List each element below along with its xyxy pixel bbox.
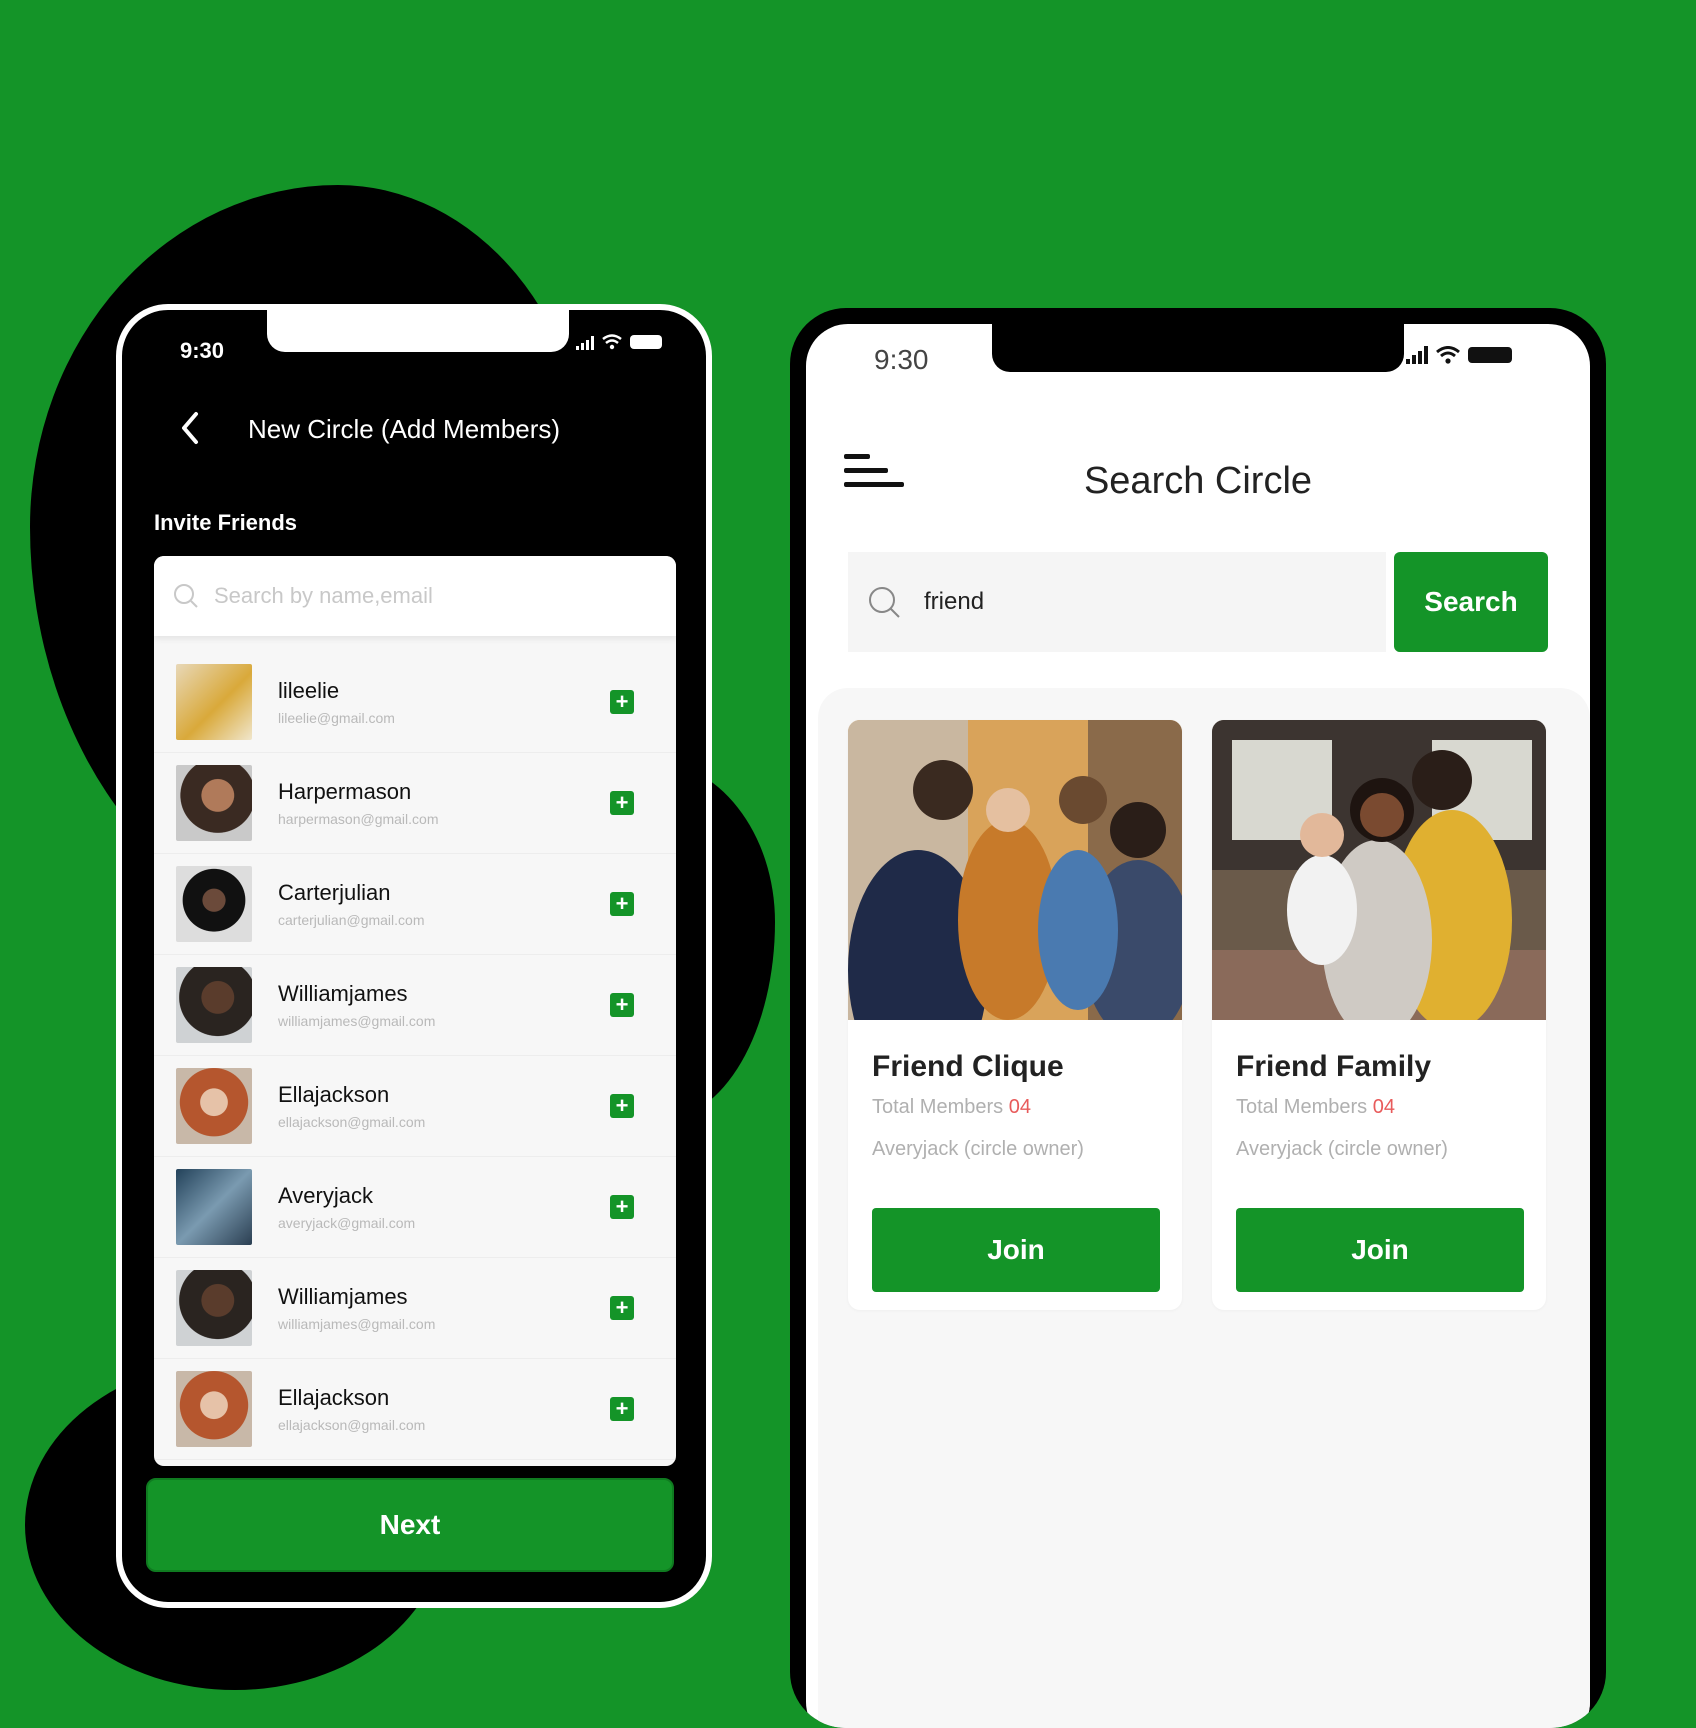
list-item: Williamjames williamjames@gmail.com + bbox=[154, 955, 676, 1056]
status-time: 9:30 bbox=[180, 338, 225, 363]
signal-icon bbox=[576, 334, 594, 350]
avatar bbox=[176, 664, 252, 740]
avatar bbox=[176, 1270, 252, 1346]
search-value: friend bbox=[924, 588, 985, 615]
member-email: harpermason@gmail.com bbox=[278, 811, 439, 827]
list-item: Averyjack averyjack@gmail.com + bbox=[154, 1157, 676, 1258]
member-name: Harpermason bbox=[278, 779, 412, 804]
circle-members: Total Members 04 bbox=[1236, 1096, 1395, 1119]
add-member-button[interactable]: + bbox=[610, 1296, 634, 1320]
avatar bbox=[176, 1068, 252, 1144]
member-email: carterjulian@gmail.com bbox=[278, 912, 425, 928]
members-label: Total Members bbox=[1236, 1096, 1368, 1118]
add-member-button[interactable]: + bbox=[610, 690, 634, 714]
back-arrow-icon[interactable] bbox=[174, 408, 206, 448]
join-button[interactable]: Join bbox=[872, 1208, 1160, 1292]
avatar bbox=[176, 866, 252, 942]
status-time: 9:30 bbox=[874, 344, 929, 375]
battery-icon bbox=[1468, 347, 1512, 363]
search-icon bbox=[174, 584, 198, 608]
search-input[interactable]: friend bbox=[848, 552, 1386, 652]
avatar bbox=[176, 765, 252, 841]
search-icon bbox=[869, 587, 900, 618]
search-input[interactable]: Search by name,email bbox=[154, 556, 676, 636]
circle-title: Friend Clique bbox=[872, 1050, 1064, 1083]
circle-card: Friend Clique Total Members 04 Averyjack… bbox=[848, 720, 1182, 1310]
add-member-button[interactable]: + bbox=[610, 1195, 634, 1219]
wifi-icon bbox=[1436, 346, 1460, 364]
battery-icon bbox=[630, 335, 662, 349]
status-icons bbox=[1406, 346, 1512, 364]
list-item: lileelie lileelie@gmail.com + bbox=[154, 652, 676, 753]
wifi-icon bbox=[602, 334, 622, 350]
circle-image bbox=[848, 720, 1182, 1020]
plus-icon: + bbox=[615, 1194, 629, 1219]
member-name: Carterjulian bbox=[278, 880, 391, 905]
member-email: ellajackson@gmail.com bbox=[278, 1114, 426, 1130]
circle-owner: Averyjack (circle owner) bbox=[872, 1138, 1084, 1160]
list-item: Ellajackson ellajackson@gmail.com + bbox=[154, 1359, 676, 1460]
list-item: Williamjames williamjames@gmail.com + bbox=[154, 1258, 676, 1359]
member-name: lileelie bbox=[278, 678, 340, 703]
avatar bbox=[176, 967, 252, 1043]
plus-icon: + bbox=[615, 992, 629, 1017]
phone-notch bbox=[992, 324, 1404, 372]
status-icons bbox=[576, 334, 662, 350]
member-name: Williamjames bbox=[278, 1284, 408, 1309]
members-count: 04 bbox=[1372, 1096, 1395, 1118]
circle-owner: Averyjack (circle owner) bbox=[1236, 1138, 1448, 1160]
search-button[interactable]: Search bbox=[1394, 552, 1548, 652]
member-email: averyjack@gmail.com bbox=[278, 1215, 416, 1231]
list-item: Ellajackson ellajackson@gmail.com + bbox=[154, 1056, 676, 1157]
phone-search-circle: 9:30 Search Circle friend Search Friend … bbox=[790, 308, 1606, 1728]
list-item: Carterjulian carterjulian@gmail.com + bbox=[154, 854, 676, 955]
plus-icon: + bbox=[615, 790, 629, 815]
add-member-button[interactable]: + bbox=[610, 892, 634, 916]
member-email: ellajackson@gmail.com bbox=[278, 1417, 426, 1433]
search-placeholder: Search by name,email bbox=[214, 583, 433, 608]
member-list: lileelie lileelie@gmail.com + Harpermaso… bbox=[154, 652, 676, 1460]
page-title: Search Circle bbox=[1083, 460, 1313, 502]
members-label: Total Members bbox=[872, 1096, 1004, 1118]
add-member-button[interactable]: + bbox=[610, 791, 634, 815]
list-item: Harpermason harpermason@gmail.com + bbox=[154, 753, 676, 854]
member-name: Ellajackson bbox=[278, 1082, 390, 1107]
plus-icon: + bbox=[615, 1093, 629, 1118]
members-count: 04 bbox=[1008, 1096, 1031, 1118]
plus-icon: + bbox=[615, 1396, 629, 1421]
avatar bbox=[176, 1371, 252, 1447]
phone-notch bbox=[267, 310, 569, 352]
circle-card: Friend Family Total Members 04 Averyjack… bbox=[1212, 720, 1546, 1310]
member-email: williamjames@gmail.com bbox=[278, 1316, 436, 1332]
signal-icon bbox=[1406, 346, 1428, 364]
member-name: Averyjack bbox=[278, 1183, 373, 1208]
circle-title: Friend Family bbox=[1236, 1050, 1432, 1083]
add-member-button[interactable]: + bbox=[610, 993, 634, 1017]
page-title: New Circle (Add Members) bbox=[248, 414, 561, 444]
member-email: lileelie@gmail.com bbox=[278, 710, 395, 726]
next-button[interactable]: Next bbox=[146, 1478, 674, 1572]
add-member-button[interactable]: + bbox=[610, 1397, 634, 1421]
avatar bbox=[176, 1169, 252, 1245]
phone-new-circle: 9:30 New Circle (Add Members) Invite Fri… bbox=[116, 304, 712, 1608]
plus-icon: + bbox=[615, 689, 629, 714]
member-name: Ellajackson bbox=[278, 1385, 390, 1410]
plus-icon: + bbox=[615, 891, 629, 916]
member-email: williamjames@gmail.com bbox=[278, 1013, 436, 1029]
circle-image bbox=[1212, 720, 1546, 1020]
add-member-button[interactable]: + bbox=[610, 1094, 634, 1118]
member-name: Williamjames bbox=[278, 981, 408, 1006]
phone-screen: 9:30 Search Circle friend Search Friend … bbox=[806, 324, 1590, 1728]
plus-icon: + bbox=[615, 1295, 629, 1320]
section-label: Invite Friends bbox=[154, 510, 298, 535]
circle-members: Total Members 04 bbox=[872, 1096, 1031, 1119]
invite-card: Search by name,email lileelie lileelie@g… bbox=[154, 556, 676, 1466]
join-button[interactable]: Join bbox=[1236, 1208, 1524, 1292]
